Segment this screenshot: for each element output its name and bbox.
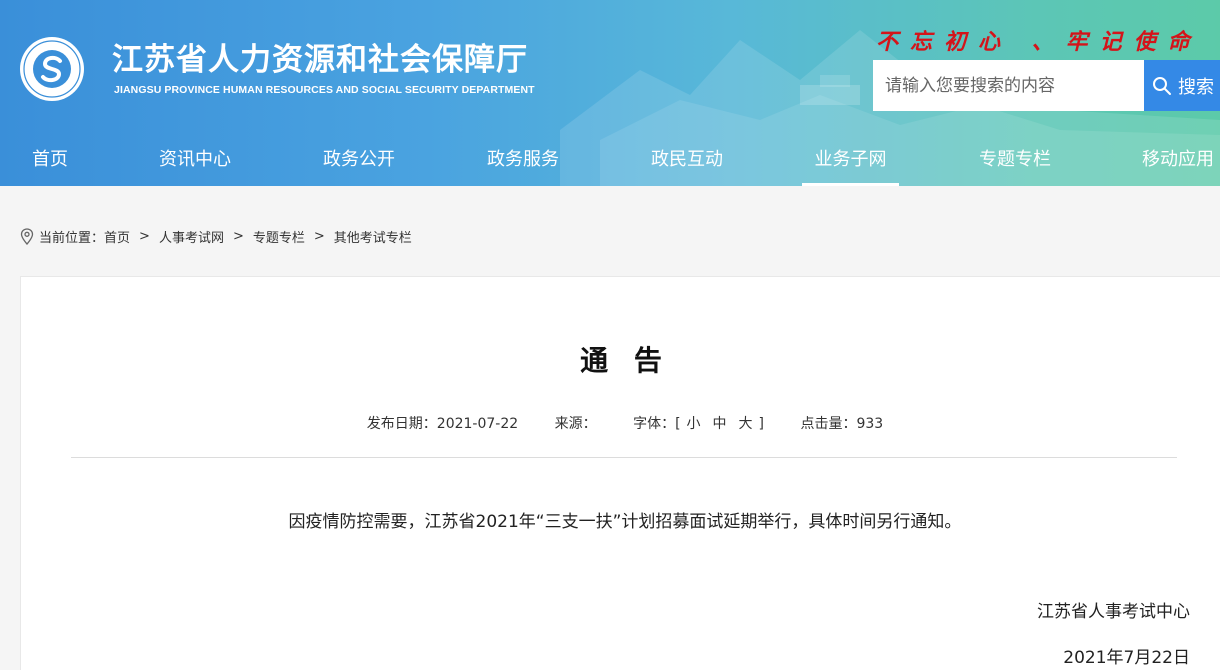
font-medium-button[interactable]: 中 [713, 416, 727, 432]
search-icon [1153, 76, 1171, 95]
source: 来源： [554, 416, 597, 432]
search-button[interactable]: 搜索 [1144, 60, 1220, 111]
article-title: 通 告 [580, 344, 670, 377]
breadcrumb-separator: > [139, 228, 150, 244]
nav-item-mobile[interactable]: 移动应用 [1142, 134, 1214, 186]
nav-item-topics[interactable]: 专题专栏 [979, 134, 1051, 186]
font-large-button[interactable]: 大 [739, 416, 753, 432]
breadcrumb-separator: > [313, 228, 325, 244]
nav-item-home[interactable]: 首页 [32, 134, 68, 186]
search-button-label: 搜索 [1178, 76, 1214, 98]
article-panel: 通 告 发布日期：2021-07-22 来源： 字体：[小中大] 点击量：933… [20, 276, 1220, 670]
nav-item-gov-info[interactable]: 政务公开 [323, 134, 395, 186]
site-header: 江苏省人力资源和社会保障厅 JIANGSU PROVINCE HUMAN RES… [0, 0, 1220, 186]
slogan: 不忘初心 、牢记使命 [876, 29, 1202, 55]
breadcrumb-separator: > [232, 228, 244, 244]
nav-item-subsites[interactable]: 业务子网 [802, 134, 899, 186]
hrss-logo-icon[interactable] [18, 35, 86, 103]
site-title: 江苏省人力资源和社会保障厅 [112, 42, 528, 78]
breadcrumb-item-home[interactable]: 首页 [104, 227, 130, 246]
article-meta: 发布日期：2021-07-22 来源： 字体：[小中大] 点击量：933 [21, 413, 1220, 433]
article-signature-date: 2021年7月22日 [1063, 648, 1190, 668]
main-nav: 首页 资讯中心 政务公开 政务服务 政民互动 业务子网 专题专栏 移动应用 [0, 134, 1220, 186]
breadcrumb-item-other-exams[interactable]: 其他考试专栏 [334, 227, 412, 246]
site-subtitle: JIANGSU PROVINCE HUMAN RESOURCES AND SOC… [114, 84, 535, 96]
search-input[interactable] [873, 60, 1144, 111]
location-pin-icon [20, 227, 34, 245]
article-body: 因疫情防控需要，江苏省2021年“三支一扶”计划招募面试延期举行，具体时间另行通… [288, 512, 962, 532]
font-size-controls: 字体：[小中大] [633, 416, 765, 432]
breadcrumb-prefix: 当前位置： [39, 230, 105, 246]
nav-item-news[interactable]: 资讯中心 [159, 134, 231, 186]
breadcrumb: 当前位置： 首页 > 人事考试网 > 专题专栏 > 其他考试专栏 [20, 226, 412, 246]
nav-item-gov-services[interactable]: 政务服务 [487, 134, 559, 186]
article-signature: 江苏省人事考试中心 [1037, 602, 1190, 622]
breadcrumb-item-exam-site[interactable]: 人事考试网 [159, 227, 224, 246]
breadcrumb-item-topics[interactable]: 专题专栏 [253, 227, 305, 246]
nav-item-interaction[interactable]: 政民互动 [651, 134, 723, 186]
view-count: 点击量：933 [800, 416, 884, 432]
meta-divider [71, 457, 1177, 458]
font-small-button[interactable]: 小 [687, 416, 701, 432]
publish-date: 发布日期：2021-07-22 [366, 416, 519, 432]
